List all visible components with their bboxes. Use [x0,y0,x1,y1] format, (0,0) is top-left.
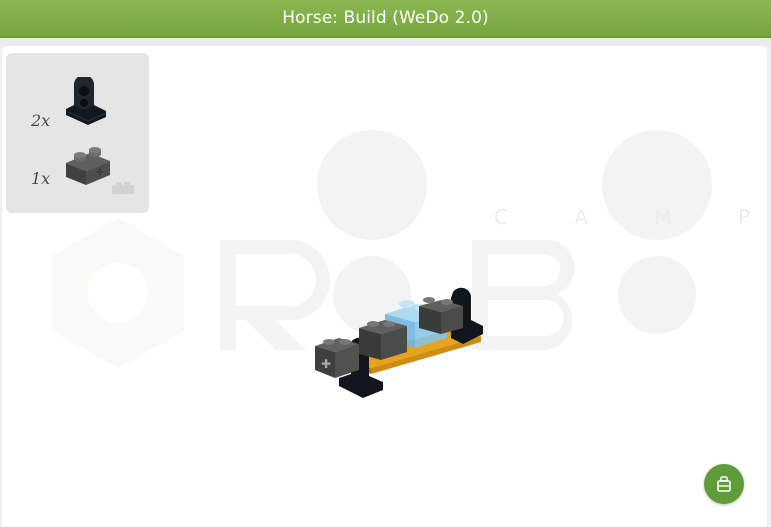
page-title: Horse: Build (WeDo 2.0) [282,8,489,28]
build-canvas[interactable]: C A M P 2x 1x ✢ ✚ [2,46,767,527]
model-preview-image[interactable]: ✚ [307,282,487,402]
header-divider [0,38,771,46]
parts-toggle-button[interactable] [704,464,744,504]
black-beam-connector-icon [65,77,107,125]
brick-stack-icon [717,476,731,492]
watermark-sub: C A M P [494,205,767,229]
svg-text:✢: ✢ [96,168,104,178]
hexagon-logo-icon [52,218,184,368]
app-title-bar: Horse: Build (WeDo 2.0) [0,0,771,38]
svg-text:✚: ✚ [321,357,331,371]
parts-list-panel: 2x 1x ✢ [6,53,149,213]
part-quantity: 1x [31,169,51,188]
small-brick-icon [112,182,134,194]
dark-gray-brick-icon: ✢ [66,147,110,185]
part-quantity: 2x [31,111,51,130]
